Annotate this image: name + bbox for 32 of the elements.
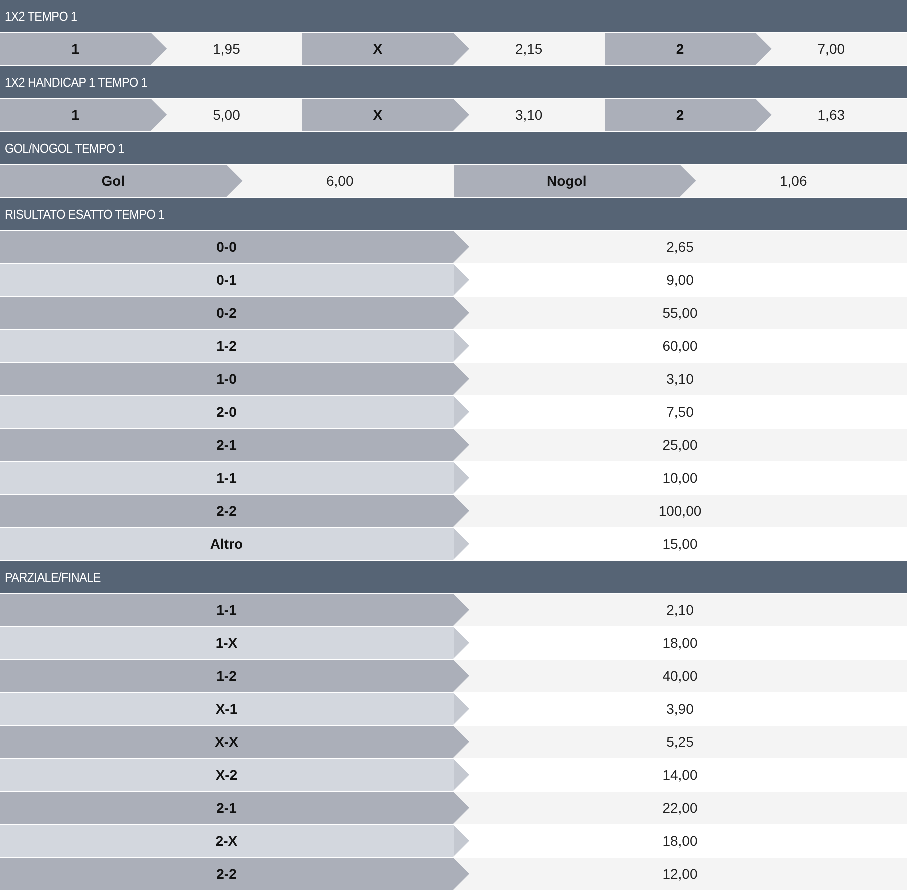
- outcome-label: 1-0: [0, 363, 470, 395]
- outcome-label: 1-2: [0, 330, 470, 362]
- outcome-label: 2: [604, 33, 772, 65]
- outcome-label: Nogol: [454, 165, 696, 197]
- outcome-label: X-X: [0, 726, 470, 758]
- outcome-label: 1: [0, 99, 168, 131]
- outcome-label: 1-1: [0, 462, 470, 494]
- outcome-label: X: [302, 33, 470, 65]
- outcome-label: 2-2: [0, 495, 470, 527]
- outcome-label: 2-2: [0, 858, 470, 890]
- outcome-label: 0-2: [0, 297, 470, 329]
- outcome-label: 1-X: [0, 627, 470, 659]
- outcome-label: 2-0: [0, 396, 470, 428]
- section-header: 1X2 TEMPO 1: [0, 0, 907, 33]
- section-header: GOL/NOGOL TEMPO 1: [0, 132, 907, 165]
- section-header: PARZIALE/FINALE: [0, 561, 907, 594]
- outcome-label: 2-1: [0, 429, 470, 461]
- section-header: RISULTATO ESATTO TEMPO 1: [0, 198, 907, 231]
- outcome-label: X-2: [0, 759, 470, 791]
- outcome-label: Altro: [0, 528, 470, 560]
- outcome-label: X-1: [0, 693, 470, 725]
- outcome-label: 0-0: [0, 231, 470, 263]
- outcome-label: Gol: [0, 165, 243, 197]
- outcome-label: X: [302, 99, 470, 131]
- outcome-label: 2: [604, 99, 772, 131]
- outcome-label: 1: [0, 33, 168, 65]
- outcome-label: 1-1: [0, 594, 470, 626]
- outcome-label: 1-2: [0, 660, 470, 692]
- section-header: 1X2 HANDICAP 1 TEMPO 1: [0, 66, 907, 99]
- outcome-label: 0-1: [0, 264, 470, 296]
- outcome-label: 2-X: [0, 825, 470, 857]
- outcome-label: 2-1: [0, 792, 470, 824]
